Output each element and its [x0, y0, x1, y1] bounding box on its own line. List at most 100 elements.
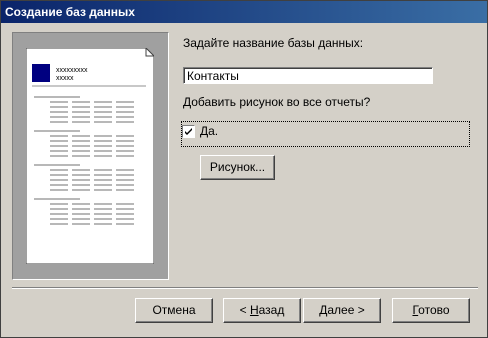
preview-filler-line	[34, 96, 80, 98]
report-preview-panel: xxxxxxxxx xxxxx	[12, 32, 169, 280]
back-button[interactable]: < Назад	[223, 298, 301, 323]
preview-filler-line	[72, 106, 90, 108]
preview-filler-line	[94, 184, 112, 186]
preview-filler-line	[50, 116, 68, 118]
preview-header-line1: xxxxxxxxx	[56, 67, 88, 74]
preview-filler-line	[50, 101, 68, 103]
preview-filler-line	[72, 135, 90, 137]
preview-filler-line	[94, 150, 112, 152]
preview-filler-line	[72, 208, 90, 210]
preview-filler-line	[72, 203, 90, 205]
preview-filler-line	[116, 223, 134, 225]
preview-filler-line	[116, 106, 134, 108]
preview-filler-line	[50, 208, 68, 210]
add-picture-checkbox[interactable]	[182, 125, 195, 138]
preview-filler-line	[94, 208, 112, 210]
preview-filler-line	[34, 198, 80, 200]
preview-filler-line	[50, 155, 68, 157]
preview-filler-line	[50, 140, 68, 142]
preview-filler-line	[50, 184, 68, 186]
preview-filler-line	[72, 111, 90, 113]
preview-filler-line	[116, 179, 134, 181]
finish-label-rest: отово	[418, 303, 450, 317]
preview-filler-line	[116, 174, 134, 176]
back-prefix: <	[239, 303, 250, 317]
preview-filler-line	[94, 213, 112, 215]
preview-filler-line	[116, 121, 134, 123]
back-hotkey: Н	[249, 303, 259, 317]
preview-filler-line	[116, 111, 134, 113]
preview-filler-line	[94, 218, 112, 220]
preview-filler-line	[94, 111, 112, 113]
preview-filler-line	[94, 145, 112, 147]
preview-filler-line	[94, 203, 112, 205]
preview-filler-line	[72, 101, 90, 103]
preview-filler-line	[116, 101, 134, 103]
preview-filler-line	[94, 155, 112, 157]
preview-filler-line	[72, 223, 90, 225]
preview-filler-line	[34, 130, 80, 132]
preview-filler-line	[116, 218, 134, 220]
preview-filler-line	[34, 164, 80, 166]
window-title: Создание баз данных	[5, 5, 135, 19]
preview-filler-line	[72, 140, 90, 142]
preview-filler-line	[50, 135, 68, 137]
preview-filler-line	[50, 213, 68, 215]
preview-filler-line	[116, 150, 134, 152]
preview-filler-line	[94, 121, 112, 123]
picture-prompt: Добавить рисунок во все отчеты?	[183, 95, 371, 109]
title-bar: Создание баз данных	[1, 1, 487, 23]
preview-filler-line	[116, 116, 134, 118]
preview-filler-line	[72, 150, 90, 152]
preview-filler-line	[50, 218, 68, 220]
preview-filler-line	[72, 169, 90, 171]
preview-filler-line	[94, 223, 112, 225]
preview-filler-line	[116, 203, 134, 205]
preview-filler-line	[50, 121, 68, 123]
cancel-button[interactable]: Отмена	[135, 298, 213, 323]
preview-filler-line	[72, 145, 90, 147]
preview-filler-line	[50, 203, 68, 205]
picture-button[interactable]: Рисунок...	[200, 155, 275, 180]
preview-filler-line	[116, 169, 134, 171]
footer-separator	[12, 287, 478, 289]
preview-filler-line	[72, 213, 90, 215]
preview-filler-line	[72, 155, 90, 157]
finish-button[interactable]: Готово	[392, 298, 470, 323]
preview-filler-line	[50, 179, 68, 181]
preview-filler-line	[116, 140, 134, 142]
next-label-rest: алее >	[327, 303, 365, 317]
preview-filler-line	[116, 189, 134, 191]
add-picture-checkbox-row[interactable]: Да.	[181, 121, 470, 147]
preview-filler-line	[72, 174, 90, 176]
preview-filler-line	[50, 174, 68, 176]
preview-filler-line	[94, 116, 112, 118]
preview-filler-line	[50, 189, 68, 191]
report-preview-page: xxxxxxxxx xxxxx	[26, 48, 154, 264]
preview-filler-line	[72, 179, 90, 181]
preview-header-line2: xxxxx	[56, 75, 74, 82]
preview-filler-line	[94, 174, 112, 176]
preview-filler-line	[50, 145, 68, 147]
back-label-rest: азад	[258, 303, 285, 317]
checkmark-icon	[185, 128, 192, 135]
preview-filler-line	[50, 106, 68, 108]
preview-filler-line	[72, 218, 90, 220]
preview-filler-line	[94, 106, 112, 108]
preview-filler-line	[116, 145, 134, 147]
next-button[interactable]: Далее >	[303, 298, 381, 323]
preview-filler-line	[72, 189, 90, 191]
preview-filler-line	[94, 140, 112, 142]
preview-filler-line	[116, 184, 134, 186]
db-name-input[interactable]: Контакты	[183, 67, 433, 84]
preview-filler-line	[94, 101, 112, 103]
preview-filler-line	[72, 116, 90, 118]
database-wizard-window: Создание баз данных xxxxxxxxx xxxxx Зада…	[0, 0, 488, 338]
preview-filler-line	[94, 179, 112, 181]
add-picture-checkbox-label: Да.	[200, 124, 219, 138]
preview-filler-line	[50, 150, 68, 152]
preview-filler-line	[50, 169, 68, 171]
preview-filler-line	[116, 155, 134, 157]
preview-filler-line	[50, 223, 68, 225]
logo-placeholder-icon	[32, 64, 50, 82]
